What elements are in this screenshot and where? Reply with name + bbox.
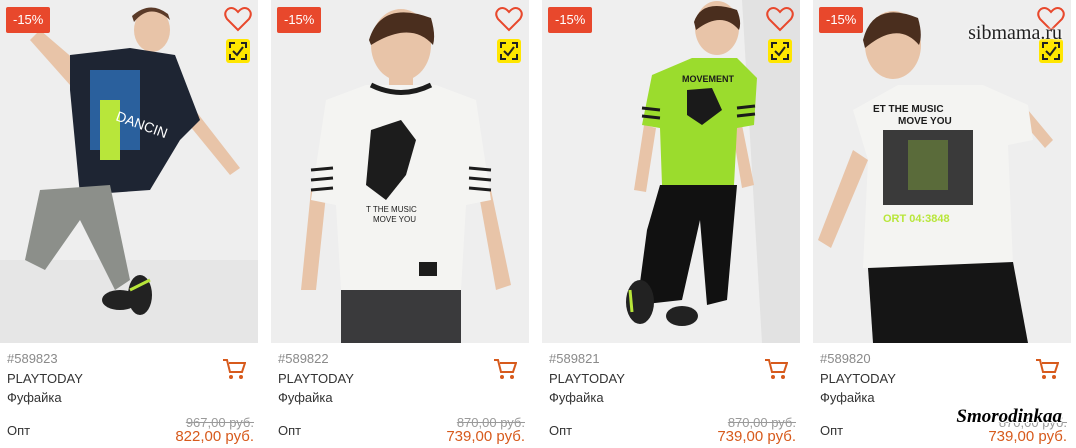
product-type: Фуфайка [278, 390, 333, 405]
price-label: Опт [278, 423, 302, 438]
product-sku: #589823 [7, 351, 58, 366]
product-photo[interactable]: MOVEMENT [542, 0, 800, 343]
cart-icon[interactable] [764, 358, 789, 380]
current-price: 739,00 руб. [988, 428, 1067, 445]
product-brand[interactable]: PLAYTODAY [549, 371, 625, 386]
svg-text:ET THE MUSIC: ET THE MUSIC [873, 104, 944, 115]
watermark-top: sibmama.ru [968, 22, 1062, 44]
product-type: Фуфайка [820, 390, 875, 405]
price-label: Опт [820, 423, 844, 438]
product-brand[interactable]: PLAYTODAY [7, 371, 83, 386]
cart-icon[interactable] [1035, 358, 1060, 380]
check-frame-icon[interactable] [226, 39, 250, 63]
check-frame-icon[interactable] [768, 39, 792, 63]
product-brand[interactable]: PLAYTODAY [278, 371, 354, 386]
svg-text:MOVEMENT: MOVEMENT [682, 74, 735, 84]
discount-badge: -15% [548, 7, 593, 33]
heart-outline-icon[interactable] [495, 6, 523, 32]
svg-text:MOVE YOU: MOVE YOU [898, 116, 952, 127]
discount-badge: -15% [6, 7, 51, 33]
price-label: Опт [549, 423, 573, 438]
discount-badge: -15% [277, 7, 322, 33]
heart-outline-icon[interactable] [766, 6, 794, 32]
product-card[interactable]: ET THE MUSIC MOVE YOU ORT 04:3848 -15% #… [813, 0, 1071, 448]
product-sku: #589821 [549, 351, 600, 366]
product-type: Фуфайка [7, 390, 62, 405]
product-sku: #589820 [820, 351, 871, 366]
discount-badge: -15% [819, 7, 864, 33]
price-label: Опт [7, 423, 31, 438]
product-photo[interactable]: DANCIN [0, 0, 258, 343]
heart-outline-icon[interactable] [224, 6, 252, 32]
svg-text:ORT 04:3848: ORT 04:3848 [883, 213, 950, 225]
product-card[interactable]: MOVEMENT -15% #589821 PLAYTODAY Фуфайка … [542, 0, 800, 448]
product-type: Фуфайка [549, 390, 604, 405]
product-brand[interactable]: PLAYTODAY [820, 371, 896, 386]
product-photo[interactable]: T THE MUSIC MOVE YOU [271, 0, 529, 343]
product-card[interactable]: T THE MUSIC MOVE YOU -15% #589822 PLAYTO… [271, 0, 529, 448]
product-card[interactable]: DANCIN -15% #589823 PLAYTODAY Фуфайка Оп… [0, 0, 258, 448]
watermark-bottom: Smorodinkaa [956, 406, 1062, 427]
current-price: 739,00 руб. [446, 428, 525, 445]
current-price: 739,00 руб. [717, 428, 796, 445]
cart-icon[interactable] [222, 358, 247, 380]
current-price: 822,00 руб. [175, 428, 254, 445]
svg-text:T THE MUSIC: T THE MUSIC [366, 205, 417, 214]
product-grid: DANCIN -15% #589823 PLAYTODAY Фуфайка Оп… [0, 0, 1076, 448]
product-photo[interactable]: ET THE MUSIC MOVE YOU ORT 04:3848 [813, 0, 1071, 343]
svg-text:MOVE YOU: MOVE YOU [373, 215, 416, 224]
product-sku: #589822 [278, 351, 329, 366]
check-frame-icon[interactable] [497, 39, 521, 63]
cart-icon[interactable] [493, 358, 518, 380]
